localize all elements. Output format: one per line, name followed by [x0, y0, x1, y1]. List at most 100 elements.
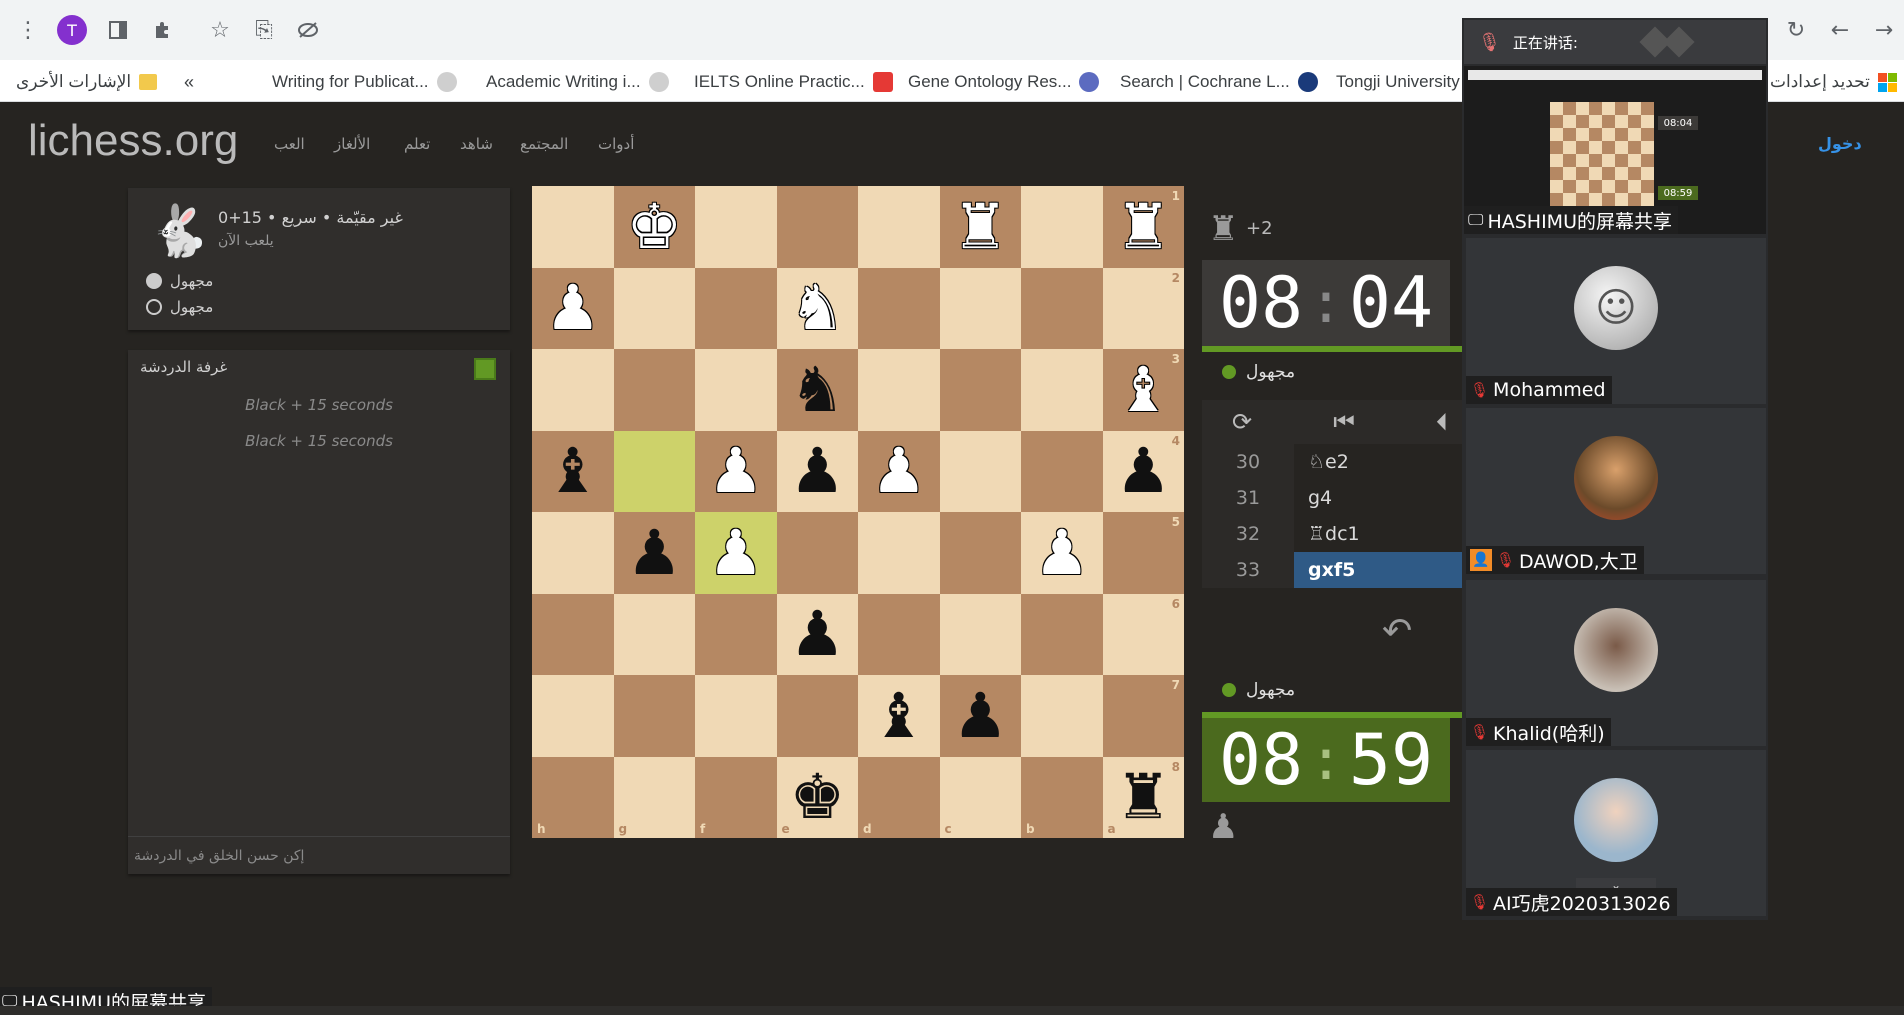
update-settings-bookmark[interactable]: تحديد إعدادات: [1770, 70, 1897, 94]
square-h7[interactable]: [532, 675, 614, 757]
square-e3[interactable]: ♞: [776, 349, 858, 431]
screen-share-tile[interactable]: 08:04 08:59 🖵 HASHIMU的屏幕共享: [1464, 66, 1766, 234]
square-g2[interactable]: [613, 267, 695, 349]
bookmark-item[interactable]: Tongji University: [1336, 70, 1460, 94]
square-a1[interactable]: ♜ 1: [1102, 186, 1184, 268]
white-pawn-icon[interactable]: ♟: [871, 440, 927, 502]
nav-learn[interactable]: تعلم: [404, 135, 430, 153]
white-pawn-icon[interactable]: ♟: [708, 521, 764, 584]
bookmarks-overflow[interactable]: «: [184, 70, 194, 94]
nav-watch[interactable]: شاهد: [460, 135, 493, 153]
square-a3[interactable]: ♝ 3: [1102, 349, 1184, 431]
black-knight-icon[interactable]: ♞: [789, 358, 845, 421]
square-b3[interactable]: [1021, 349, 1103, 431]
square-b1[interactable]: [1021, 186, 1103, 268]
bottom-scrollbar[interactable]: [0, 1006, 1904, 1015]
black-pawn-icon[interactable]: ♟: [626, 521, 682, 584]
square-b2[interactable]: [1021, 267, 1103, 349]
square-f7[interactable]: [695, 675, 777, 757]
prev-move-icon[interactable]: ⏴: [1436, 408, 1448, 436]
square-d3[interactable]: [858, 349, 940, 431]
square-b6[interactable]: [1021, 593, 1103, 675]
square-g1[interactable]: ♚: [613, 186, 695, 268]
square-d4[interactable]: ♟: [858, 430, 940, 512]
square-c4[interactable]: [939, 430, 1021, 512]
square-a6[interactable]: 6: [1102, 593, 1184, 675]
square-f8[interactable]: f: [695, 756, 777, 838]
black-rook-icon[interactable]: ♜: [1115, 766, 1171, 828]
white-pawn-icon[interactable]: ♟: [1034, 521, 1090, 584]
square-e1[interactable]: [776, 186, 858, 268]
other-bookmarks[interactable]: الإشارات الأخرى: [16, 70, 158, 94]
square-h5[interactable]: [532, 512, 614, 594]
chess-board[interactable]: ♚ ♜ ♜ 1 ♟ ♞ 2 ♞ ♝ 3 ♝ ♟ ♟ ♟ ♟ 4 ♟ ♟ ♟ 5 ♟ 6 ♝ ♟ 7 h g f ♚ e d c b ♜ 8 a: [532, 186, 1184, 838]
square-e6[interactable]: ♟: [776, 593, 858, 675]
profile-avatar[interactable]: T: [56, 14, 88, 46]
nav-tools[interactable]: أدوات: [598, 135, 634, 153]
bookmark-item[interactable]: IELTS Online Practic...: [694, 70, 893, 94]
square-c6[interactable]: [939, 593, 1021, 675]
bookmark-item[interactable]: Gene Ontology Res...: [908, 70, 1100, 94]
black-king-icon[interactable]: ♚: [789, 766, 845, 828]
square-e7[interactable]: [776, 675, 858, 757]
move-san[interactable]: gxf5: [1294, 552, 1464, 588]
square-d7[interactable]: ♝: [858, 675, 940, 757]
site-logo[interactable]: lichess.org: [28, 116, 238, 166]
participant-tile[interactable]: 🎙 Khalid(哈利): [1466, 580, 1766, 746]
black-pawn-icon[interactable]: ♟: [789, 440, 845, 502]
square-g7[interactable]: [613, 675, 695, 757]
white-pawn-icon[interactable]: ♟: [545, 277, 601, 339]
move-san[interactable]: g4: [1294, 480, 1464, 516]
white-knight-icon[interactable]: ♞: [789, 277, 845, 339]
square-d8[interactable]: d: [858, 756, 940, 838]
bookmark-item[interactable]: Writing for Publicat...: [272, 70, 457, 94]
forward-icon[interactable]: →: [1868, 14, 1900, 46]
square-c5[interactable]: [939, 512, 1021, 594]
flip-board-icon[interactable]: ⟳: [1232, 408, 1252, 436]
bookmark-star-icon[interactable]: ☆: [204, 14, 236, 46]
bottom-player[interactable]: مجهول: [1222, 680, 1295, 700]
square-e8[interactable]: ♚ e: [776, 756, 858, 838]
white-rook-icon[interactable]: ♜: [1115, 195, 1171, 258]
square-c3[interactable]: [939, 349, 1021, 431]
move-row-current[interactable]: 33 gxf5: [1202, 552, 1464, 588]
square-a7[interactable]: 7: [1102, 675, 1184, 757]
move-row[interactable]: 30 ♘e2: [1202, 444, 1464, 480]
square-f3[interactable]: [695, 349, 777, 431]
square-a8[interactable]: ♜ 8 a: [1102, 756, 1184, 838]
bookmark-item[interactable]: Search | Cochrane L...: [1120, 70, 1318, 94]
participant-tile[interactable]: 👤 🎙 DAWOD,大卫: [1466, 408, 1766, 574]
square-b5[interactable]: ♟: [1021, 512, 1103, 594]
square-d5[interactable]: [858, 512, 940, 594]
nav-puzzles[interactable]: الألغاز: [334, 135, 370, 153]
participant-tile[interactable]: ⌄ 🎙 AI巧虎2020313026: [1466, 750, 1766, 916]
square-b7[interactable]: [1021, 675, 1103, 757]
nav-community[interactable]: المجتمع: [520, 135, 568, 153]
square-a2[interactable]: 2: [1102, 267, 1184, 349]
black-bishop-icon[interactable]: ♝: [545, 440, 601, 502]
move-row[interactable]: 31 g4: [1202, 480, 1464, 516]
square-d1[interactable]: [858, 186, 940, 268]
side-panel-icon[interactable]: [102, 14, 134, 46]
black-pawn-icon[interactable]: ♟: [952, 684, 1008, 747]
square-d2[interactable]: [858, 267, 940, 349]
move-san[interactable]: ♘e2: [1294, 444, 1464, 480]
white-pawn-icon[interactable]: ♟: [708, 440, 764, 502]
square-g5[interactable]: ♟: [613, 512, 695, 594]
bookmark-item[interactable]: Academic Writing i...: [486, 70, 669, 94]
player-black[interactable]: مجهول: [146, 298, 213, 316]
square-c7[interactable]: ♟: [939, 675, 1021, 757]
square-f5[interactable]: ♟: [695, 512, 777, 594]
move-row[interactable]: 32 ♖dc1: [1202, 516, 1464, 552]
square-c1[interactable]: ♜: [939, 186, 1021, 268]
reload-icon[interactable]: ↻: [1780, 14, 1812, 46]
back-icon[interactable]: ←: [1824, 14, 1856, 46]
eye-off-icon[interactable]: [292, 14, 324, 46]
square-g4[interactable]: [613, 430, 695, 512]
square-b8[interactable]: b: [1021, 756, 1103, 838]
black-bishop-icon[interactable]: ♝: [871, 684, 927, 747]
square-g3[interactable]: [613, 349, 695, 431]
square-h6[interactable]: [532, 593, 614, 675]
menu-dots-icon[interactable]: ⋮: [12, 14, 44, 46]
square-h4[interactable]: ♝: [532, 430, 614, 512]
